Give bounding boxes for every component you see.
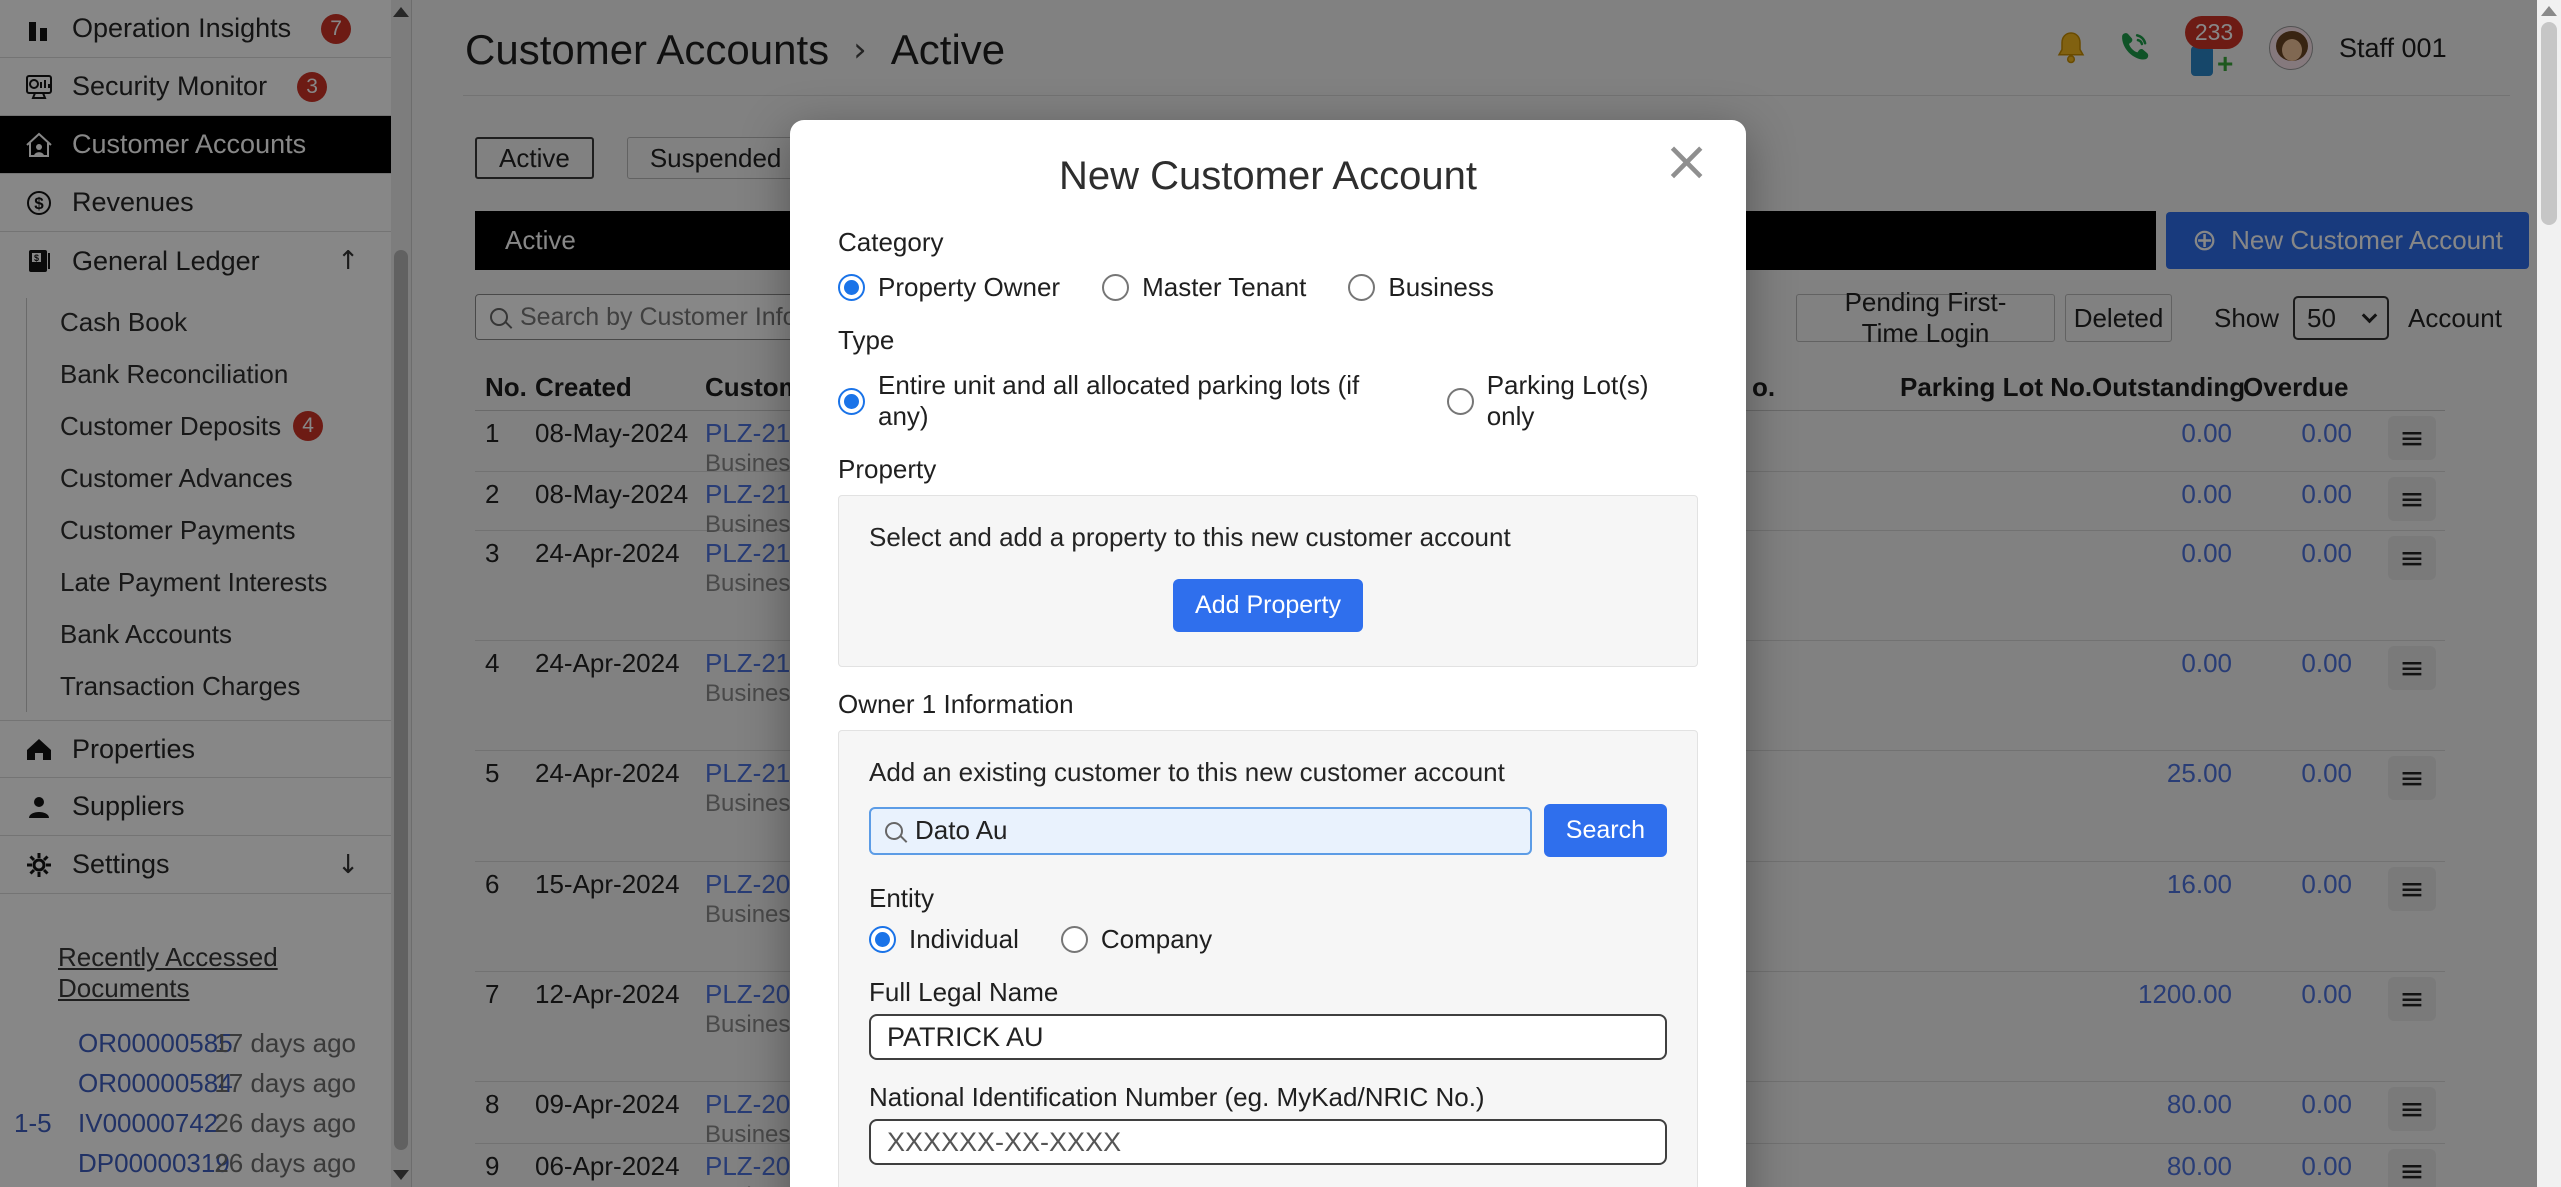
radio-selected-icon (838, 388, 865, 415)
full-legal-name-label: Full Legal Name (869, 977, 1667, 1008)
app-window: Operation Insights 7 Security Monitor 3 … (0, 0, 2561, 1187)
search-button[interactable]: Search (1544, 804, 1667, 857)
radio-label: Entire unit and all allocated parking lo… (878, 370, 1405, 432)
customer-search-row: Search (869, 804, 1667, 857)
nin-input[interactable] (869, 1119, 1667, 1165)
radio-icon (1102, 274, 1129, 301)
category-radio-group: Property Owner Master Tenant Business (838, 272, 1698, 303)
nin-label: National Identification Number (eg. MyKa… (869, 1082, 1667, 1113)
close-icon[interactable]: × (1663, 134, 1710, 190)
modal-title: New Customer Account (838, 154, 1698, 199)
radio-business[interactable]: Business (1348, 272, 1494, 303)
radio-parking-lots-only[interactable]: Parking Lot(s) only (1447, 370, 1698, 432)
scroll-up-icon[interactable] (2541, 6, 2557, 16)
radio-icon (1061, 926, 1088, 953)
radio-master-tenant[interactable]: Master Tenant (1102, 272, 1306, 303)
radio-label: Property Owner (878, 272, 1060, 303)
customer-search-input[interactable] (915, 815, 1516, 846)
customer-search-field (869, 807, 1532, 855)
add-property-button[interactable]: Add Property (1173, 579, 1363, 632)
window-scrollbar-thumb[interactable] (2541, 22, 2557, 225)
radio-property-owner[interactable]: Property Owner (838, 272, 1060, 303)
full-legal-name-input[interactable] (869, 1014, 1667, 1060)
window-scrollbar[interactable] (2537, 0, 2561, 1187)
radio-company[interactable]: Company (1061, 924, 1212, 955)
entity-radio-group: Individual Company (869, 924, 1667, 955)
property-label: Property (838, 454, 1698, 485)
radio-icon (1348, 274, 1375, 301)
radio-selected-icon (838, 274, 865, 301)
owner-search-hint: Add an existing customer to this new cus… (869, 757, 1667, 788)
radio-label: Company (1101, 924, 1212, 955)
radio-individual[interactable]: Individual (869, 924, 1019, 955)
type-radio-group: Entire unit and all allocated parking lo… (838, 370, 1698, 432)
owner-info-label: Owner 1 Information (838, 689, 1698, 720)
entity-label: Entity (869, 883, 1667, 914)
type-label: Type (838, 325, 1698, 356)
radio-label: Business (1388, 272, 1494, 303)
search-icon (885, 822, 903, 840)
radio-label: Master Tenant (1142, 272, 1306, 303)
new-customer-account-modal: × New Customer Account Category Property… (790, 120, 1746, 1187)
category-label: Category (838, 227, 1698, 258)
radio-label: Parking Lot(s) only (1487, 370, 1698, 432)
owner-info-box: Add an existing customer to this new cus… (838, 730, 1698, 1187)
radio-selected-icon (869, 926, 896, 953)
radio-entire-unit[interactable]: Entire unit and all allocated parking lo… (838, 370, 1405, 432)
property-box: Select and add a property to this new cu… (838, 495, 1698, 667)
radio-label: Individual (909, 924, 1019, 955)
property-hint: Select and add a property to this new cu… (869, 522, 1667, 553)
radio-icon (1447, 388, 1474, 415)
